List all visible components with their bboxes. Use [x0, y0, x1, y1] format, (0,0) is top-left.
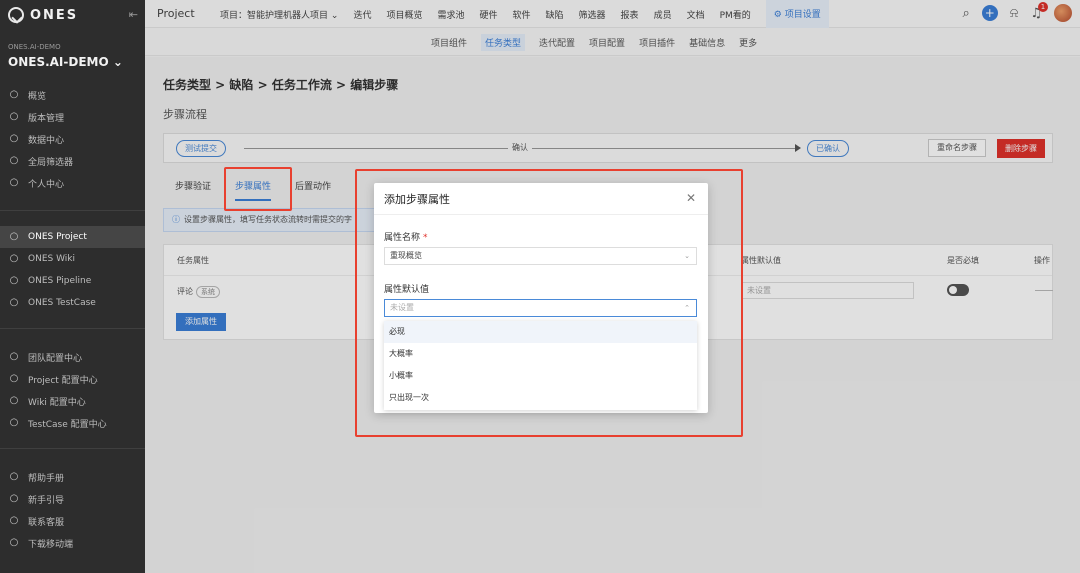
- sidebar-item-label: 新手引导: [28, 495, 65, 506]
- annotation-frame-tab: [224, 167, 292, 211]
- help-icon: ○: [9, 471, 19, 482]
- sidebar-item-label: ONES Wiki: [28, 254, 75, 264]
- team-icon: ○: [9, 351, 19, 362]
- nav-group-help: ○ 帮助手册 ○ 新手引导 ○ 联系客服 ○ 下载移动端: [0, 466, 145, 554]
- project-icon: ○: [9, 231, 19, 242]
- sidebar-item-project[interactable]: ○ ONES Project: [0, 226, 145, 248]
- sidebar-item-wiki-settings[interactable]: ○ Wiki 配置中心: [0, 390, 145, 412]
- nav-group-config: ○ 团队配置中心 ○ Project 配置中心 ○ Wiki 配置中心 ○ TestCase …: [0, 346, 145, 434]
- sidebar-item-wiki[interactable]: ○ ONES Wiki: [0, 248, 145, 270]
- sidebar-item-filter[interactable]: ○ 全局筛选器: [0, 150, 145, 172]
- user-icon: ○: [9, 177, 19, 188]
- logo[interactable]: ONES ⇤: [8, 6, 138, 24]
- dashboard-icon: ○: [9, 89, 19, 100]
- testcase-settings-icon: ○: [9, 417, 19, 428]
- support-icon: ○: [9, 515, 19, 526]
- default-value-dropdown: 必现 大概率 小概率 只出现一次: [384, 321, 697, 410]
- collapse-sidebar-icon[interactable]: ⇤: [129, 8, 138, 21]
- sidebar-item-version[interactable]: ○ 版本管理: [0, 106, 145, 128]
- ones-logo-icon: [8, 7, 24, 23]
- sidebar-item-label: 下载移动端: [28, 539, 74, 550]
- version-icon: ○: [9, 111, 19, 122]
- wiki-icon: ○: [9, 253, 19, 264]
- sidebar-item-guide[interactable]: ○ 新手引导: [0, 488, 145, 510]
- sidebar-item-label: 版本管理: [28, 113, 65, 124]
- sidebar-item-testcase-settings[interactable]: ○ TestCase 配置中心: [0, 412, 145, 434]
- pipeline-icon: ○: [9, 275, 19, 286]
- nav-group-main: ○ 概览 ○ 版本管理 ○ 数据中心 ○ 全局筛选器 ○ 个人中心: [0, 84, 145, 194]
- sidebar-item-dashboard[interactable]: ○ 概览: [0, 84, 145, 106]
- dropdown-option[interactable]: 小概率: [384, 365, 697, 387]
- chart-icon: ○: [9, 133, 19, 144]
- sidebar-item-label: Wiki 配置中心: [28, 397, 86, 408]
- chevron-up-icon: ⌃: [684, 304, 690, 312]
- sidebar-item-testcase[interactable]: ○ ONES TestCase: [0, 292, 145, 314]
- sidebar-item-label: 团队配置中心: [28, 353, 83, 364]
- sidebar-item-user[interactable]: ○ 个人中心: [0, 172, 145, 194]
- attribute-name-select[interactable]: 重现概览 ⌄: [384, 247, 697, 265]
- sidebar: ONES ⇤ ONES.AI-DEMO ONES.AI-DEMO ⌄ ○ 概览 ○ 版…: [0, 0, 145, 573]
- dropdown-option[interactable]: 必现: [384, 321, 697, 343]
- divider: [0, 328, 145, 329]
- sidebar-item-pipeline[interactable]: ○ ONES Pipeline: [0, 270, 145, 292]
- sidebar-item-label: 全局筛选器: [28, 157, 74, 168]
- sidebar-item-help[interactable]: ○ 帮助手册: [0, 466, 145, 488]
- brand-name: ONES: [30, 7, 79, 23]
- divider: [374, 214, 708, 215]
- default-value-label: 属性默认值: [384, 285, 430, 295]
- close-icon[interactable]: ✕: [686, 191, 696, 205]
- sidebar-item-label: 个人中心: [28, 179, 65, 190]
- chevron-down-icon: ⌄: [112, 55, 123, 69]
- sidebar-item-team[interactable]: ○ 团队配置中心: [0, 346, 145, 368]
- guide-icon: ○: [9, 493, 19, 504]
- add-step-attribute-dialog: 添加步骤属性 ✕ 属性名称 * 重现概览 ⌄ 属性默认值 未设置 ⌃ 必现 大概率 小概率…: [374, 183, 708, 413]
- sidebar-item-support[interactable]: ○ 联系客服: [0, 510, 145, 532]
- dialog-title: 添加步骤属性: [384, 193, 450, 206]
- dropdown-option[interactable]: 大概率: [384, 343, 697, 365]
- sidebar-item-label: ONES TestCase: [28, 298, 96, 308]
- chevron-down-icon: ⌄: [684, 252, 690, 260]
- nav-group-products: ○ ONES Project ○ ONES Wiki ○ ONES Pipeline ○ ON…: [0, 226, 145, 314]
- mobile-icon: ○: [9, 537, 19, 548]
- sidebar-item-label: ONES Project: [28, 232, 87, 242]
- org-switcher[interactable]: ONES.AI-DEMO ⌄: [8, 55, 123, 69]
- sidebar-item-label: Project 配置中心: [28, 375, 98, 386]
- sidebar-item-settings[interactable]: ○ Project 配置中心: [0, 368, 145, 390]
- sidebar-item-label: 数据中心: [28, 135, 65, 146]
- wiki-settings-icon: ○: [9, 395, 19, 406]
- sidebar-item-label: 联系客服: [28, 517, 65, 528]
- sidebar-item-label: 概览: [28, 91, 47, 102]
- sidebar-item-chart[interactable]: ○ 数据中心: [0, 128, 145, 150]
- dropdown-option[interactable]: 只出现一次: [384, 387, 697, 409]
- divider: [0, 210, 145, 211]
- settings-icon: ○: [9, 373, 19, 384]
- sidebar-item-label: TestCase 配置中心: [28, 419, 107, 430]
- divider: [0, 448, 145, 449]
- attribute-name-label: 属性名称 *: [384, 233, 428, 243]
- testcase-icon: ○: [9, 297, 19, 308]
- sidebar-item-label: 帮助手册: [28, 473, 65, 484]
- sidebar-item-label: ONES Pipeline: [28, 276, 92, 286]
- sidebar-item-mobile[interactable]: ○ 下载移动端: [0, 532, 145, 554]
- filter-icon: ○: [9, 155, 19, 166]
- org-small-label: ONES.AI-DEMO: [8, 43, 61, 51]
- default-value-select[interactable]: 未设置 ⌃: [384, 299, 697, 317]
- required-marker: *: [423, 233, 428, 243]
